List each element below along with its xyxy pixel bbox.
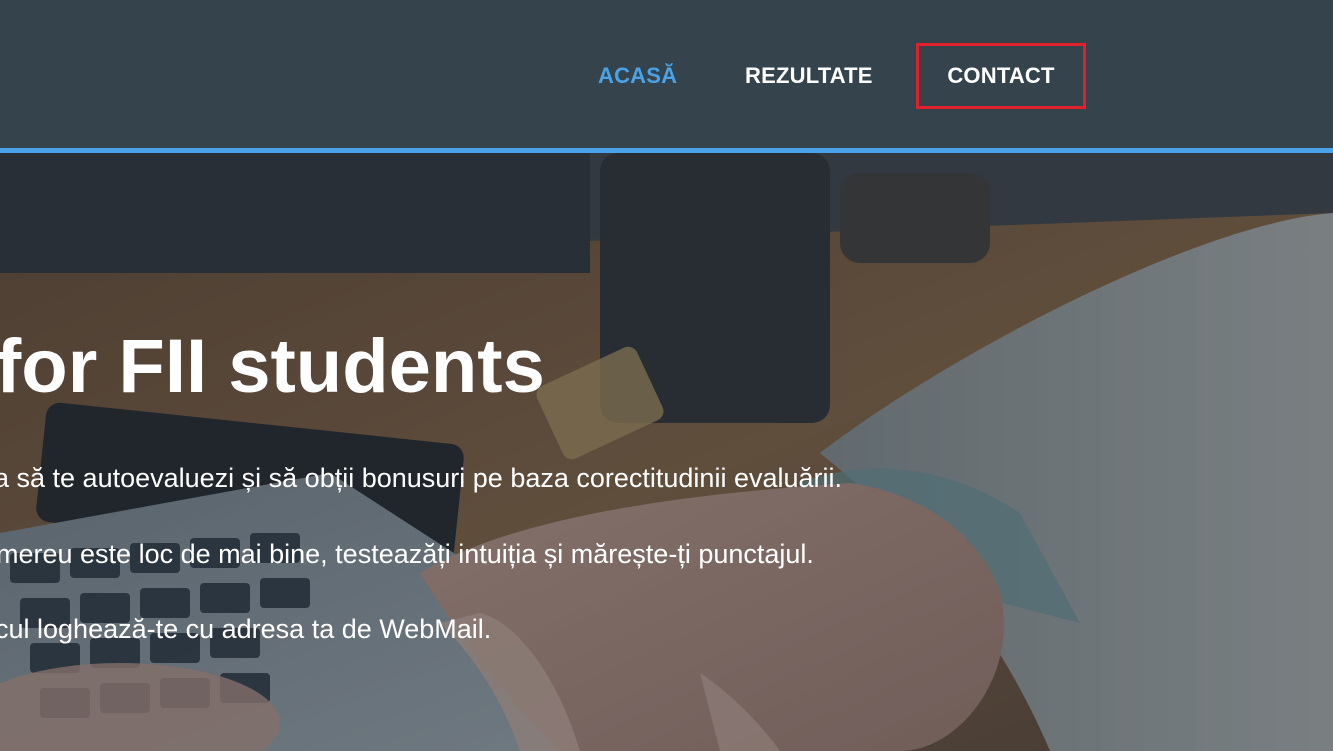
hero-description-line: mereu este loc de mai bine, testeazăți i… bbox=[0, 539, 814, 569]
nav-item-acasa[interactable]: ACASĂ bbox=[598, 43, 686, 109]
nav-item-contact[interactable]: CONTACT bbox=[916, 43, 1086, 109]
page: ACASĂ REZULTATE CONTACT for FII students… bbox=[0, 0, 1333, 751]
hero-description-line: a să te autoevaluezi și să obții bonusur… bbox=[0, 463, 842, 493]
top-navbar: ACASĂ REZULTATE CONTACT bbox=[0, 0, 1333, 148]
nav-item-rezultate[interactable]: REZULTATE bbox=[745, 43, 885, 109]
hero-section: for FII students a să te autoevaluezi și… bbox=[0, 153, 1333, 751]
hero-dark-overlay bbox=[0, 153, 1333, 751]
hero-description-line: cul loghează-te cu adresa ta de WebMail. bbox=[0, 614, 492, 644]
hero-title: for FII students bbox=[0, 324, 545, 409]
